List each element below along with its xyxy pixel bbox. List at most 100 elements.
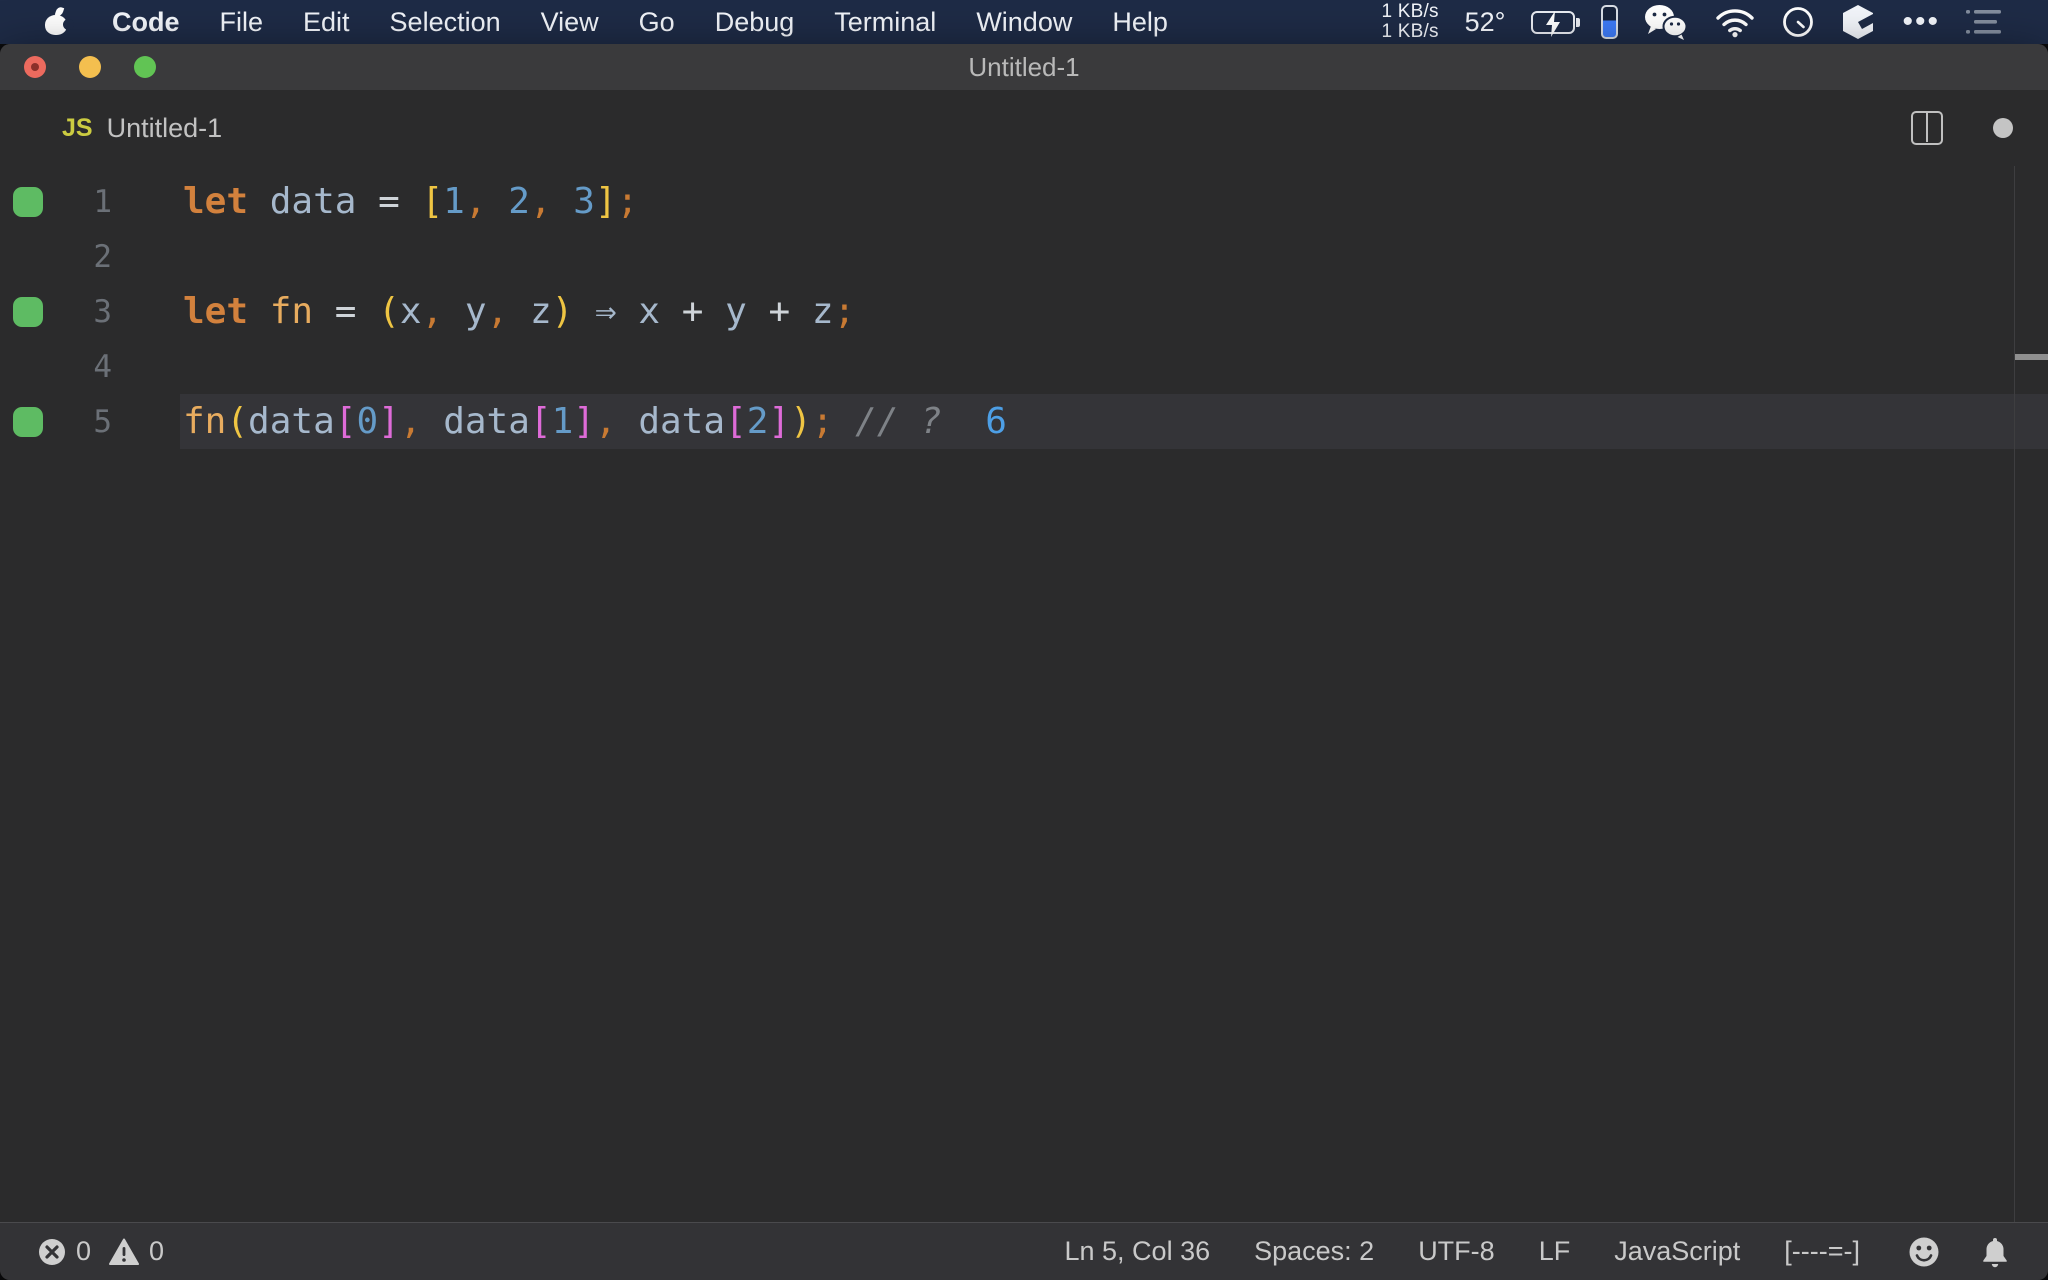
javascript-file-icon: JS <box>62 113 93 142</box>
code-line[interactable]: 4 <box>0 339 2048 394</box>
code-line[interactable]: 5 fn(data[0], data[1], data[2]); // ? 6 <box>0 394 2048 449</box>
gutter[interactable]: 3 <box>0 284 183 339</box>
code-token-br2: ] <box>573 401 595 442</box>
code-token-br2: [ <box>529 401 552 442</box>
cursor-position[interactable]: Ln 5, Col 36 <box>1065 1236 1211 1267</box>
temperature-label[interactable]: 52° <box>1465 7 1506 38</box>
code-token-br1: [ <box>421 181 444 222</box>
gutter[interactable]: 2 <box>0 229 183 284</box>
code-token-punct: ; <box>833 291 856 332</box>
code-token-var: z <box>529 291 552 332</box>
error-count: 0 <box>76 1236 92 1266</box>
code-token-punct: , <box>421 291 444 332</box>
dirty-dot-icon[interactable] <box>1993 118 2013 138</box>
minimize-button[interactable] <box>79 56 101 78</box>
warning-count: 0 <box>149 1236 165 1266</box>
extension-indicator[interactable]: [----=-] <box>1784 1236 1860 1267</box>
menu-item-go[interactable]: Go <box>639 7 675 38</box>
ellipsis-icon[interactable]: ••• <box>1902 0 1940 44</box>
quokka-coverage-square <box>13 296 43 327</box>
menu-item-window[interactable]: Window <box>976 7 1072 38</box>
code-line[interactable]: 3 let fn = (x, y, z) ⇒ x + y + z; <box>0 284 2048 339</box>
menu-item-terminal[interactable]: Terminal <box>834 7 936 38</box>
code-token-comment: // ? <box>855 401 942 442</box>
encoding[interactable]: UTF-8 <box>1418 1236 1495 1267</box>
code-token-br1: ( <box>378 291 400 332</box>
split-editor-icon[interactable] <box>1911 111 1943 145</box>
code-token-num: 3 <box>573 181 595 222</box>
code-token-br2: ] <box>768 401 791 442</box>
menu-item-code[interactable]: Code <box>112 7 180 38</box>
menu-item-selection[interactable]: Selection <box>390 7 501 38</box>
code-text: let fn = (x, y, z) ⇒ x + y + z; <box>183 291 855 332</box>
box-icon[interactable] <box>1840 3 1876 41</box>
wechat-icon[interactable] <box>1644 4 1688 40</box>
clock-icon[interactable] <box>1782 6 1814 38</box>
problems-button[interactable]: 0 0 <box>38 1236 164 1267</box>
gutter[interactable]: 4 <box>0 339 183 394</box>
network-speed-indicator[interactable]: 1 KB/s 1 KB/s <box>1381 2 1438 42</box>
battery-level-pill-icon[interactable] <box>1601 5 1619 39</box>
list-icon[interactable] <box>1966 8 2002 36</box>
code-token-var: data <box>269 181 357 222</box>
tab-untitled-1[interactable]: Untitled-1 <box>107 113 223 144</box>
macos-menu-bar: Code File Edit Selection View Go Debug T… <box>0 0 2048 44</box>
zoom-button[interactable] <box>134 56 156 78</box>
code-token-num: 2 <box>508 181 530 222</box>
line-number: 2 <box>93 238 112 275</box>
code-editor[interactable]: 1 let data = [1, 2, 3]; 2 3 let fn = (x, y, … <box>0 166 2048 1222</box>
gutter[interactable]: 5 <box>0 394 183 449</box>
menu-item-view[interactable]: View <box>541 7 599 38</box>
menu-item-file[interactable]: File <box>220 7 264 38</box>
code-token-punct: ; <box>811 401 834 442</box>
line-number: 4 <box>93 348 112 385</box>
menu-item-help[interactable]: Help <box>1112 7 1168 38</box>
menu-item-edit[interactable]: Edit <box>303 7 350 38</box>
code-token-var: data <box>248 401 335 442</box>
code-token-punct: , <box>399 401 422 442</box>
code-token-br2: ] <box>378 401 400 442</box>
feedback-smiley-icon[interactable] <box>1908 1236 1940 1268</box>
code-token-br2: [ <box>334 401 357 442</box>
code-token-punct: , <box>464 181 487 222</box>
menu-item-debug[interactable]: Debug <box>715 7 795 38</box>
language-mode[interactable]: JavaScript <box>1614 1236 1740 1267</box>
code-line[interactable]: 1 let data = [1, 2, 3]; <box>0 174 2048 229</box>
close-button[interactable] <box>24 56 46 78</box>
code-token-punct: , <box>486 291 509 332</box>
code-line[interactable]: 2 <box>0 229 2048 284</box>
battery-charging-icon[interactable] <box>1531 10 1581 37</box>
gutter[interactable]: 1 <box>0 174 183 229</box>
code-token-br1: ) <box>551 291 574 332</box>
code-token-fn: fn <box>183 401 227 442</box>
indentation[interactable]: Spaces: 2 <box>1254 1236 1374 1267</box>
status-bar: 0 0 Ln 5, Col 36 Spaces: 2 UTF-8 LF Java… <box>0 1222 2048 1280</box>
code-text: let data = [1, 2, 3]; <box>183 181 638 222</box>
code-token-arrow: ⇒ <box>595 291 617 332</box>
apple-logo-icon[interactable] <box>44 6 74 36</box>
window-title-bar[interactable]: Untitled-1 <box>0 44 2048 90</box>
code-token-var: data <box>638 401 726 442</box>
wifi-icon[interactable] <box>1714 6 1756 38</box>
code-token-num: 1 <box>551 401 574 442</box>
code-area: 1 let data = [1, 2, 3]; 2 3 let fn = (x, y, … <box>0 174 2048 449</box>
code-token-punct: ; <box>616 181 639 222</box>
code-token-var: data <box>443 401 530 442</box>
code-token-num: 0 <box>356 401 379 442</box>
notifications-bell-icon[interactable] <box>1980 1236 2010 1268</box>
eol-sequence[interactable]: LF <box>1539 1236 1571 1267</box>
